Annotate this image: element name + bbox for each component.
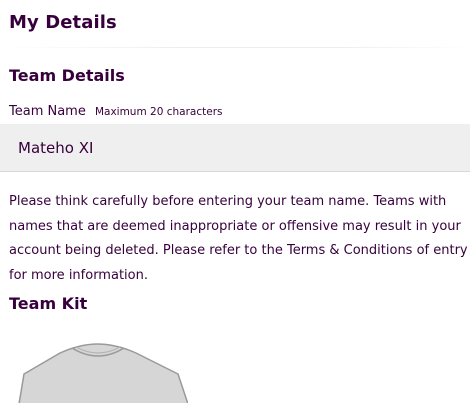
team-name-label-row: Team Name Maximum 20 characters <box>9 100 222 119</box>
shirt-icon <box>18 343 188 403</box>
team-name-notice: Please think carefully before entering y… <box>9 194 468 283</box>
team-details-heading: Team Details <box>9 66 125 85</box>
team-name-label: Team Name <box>9 104 86 119</box>
team-kit-heading: Team Kit <box>9 294 88 313</box>
page-title: My Details <box>9 12 117 33</box>
team-name-hint: Maximum 20 characters <box>94 106 223 118</box>
my-details-page: My Details Team Details Team Name Maximu… <box>0 0 474 403</box>
title-divider <box>0 47 474 48</box>
team-name-input[interactable] <box>0 124 470 172</box>
